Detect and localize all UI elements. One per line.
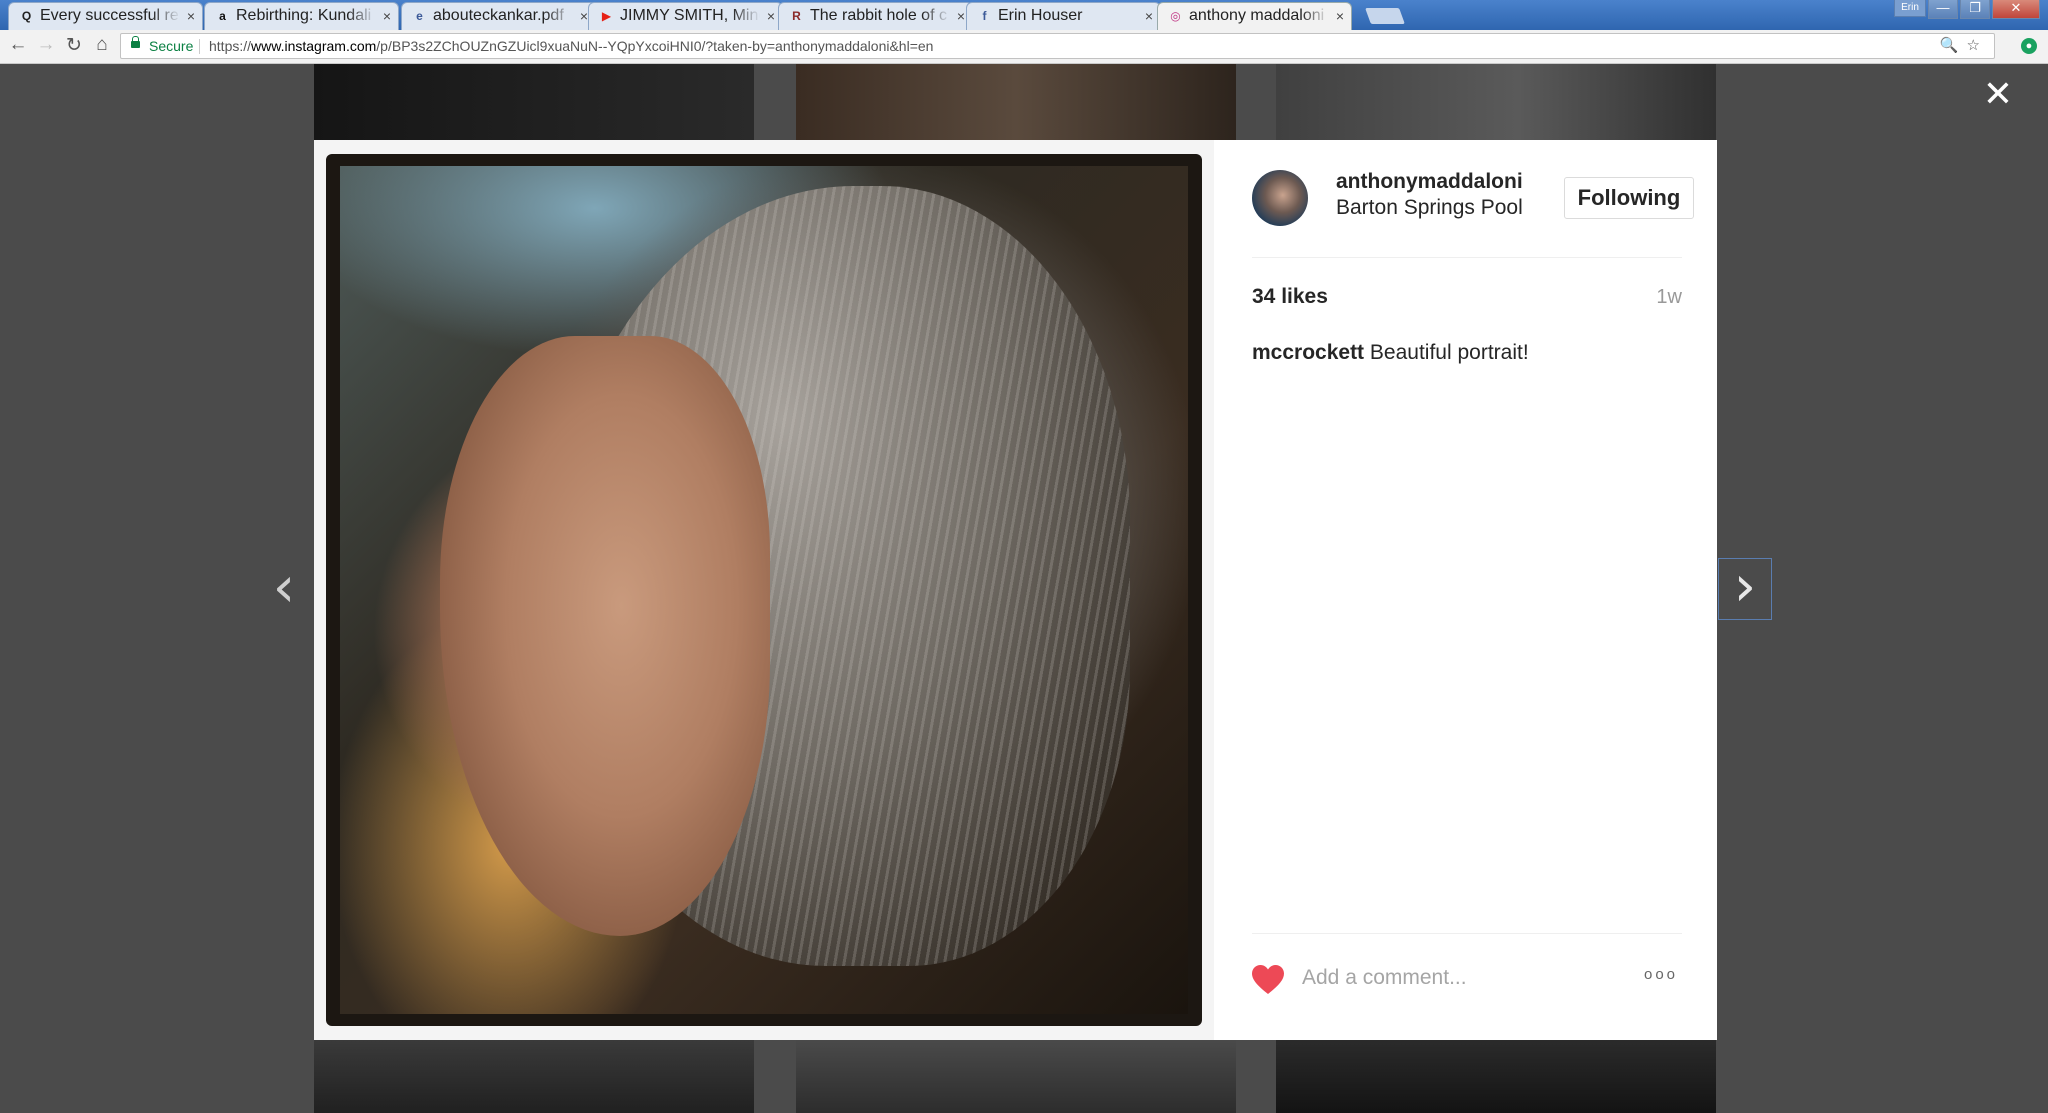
tab-favicon-icon: e xyxy=(416,9,423,23)
browser-tab[interactable]: a Rebirthing: Kundali × xyxy=(204,2,399,30)
url-text[interactable]: https://www.instagram.com/p/BP3s2ZChOUZn… xyxy=(209,34,933,58)
tab-title: abouteckankar.pdf xyxy=(433,7,564,24)
tab-close-icon[interactable]: × xyxy=(957,3,965,29)
browser-tab[interactable]: R The rabbit hole of c × xyxy=(778,2,973,30)
post-modal: anthonymaddaloni Barton Springs Pool Fol… xyxy=(314,140,1717,1040)
browser-tab[interactable]: e abouteckankar.pdf × xyxy=(401,2,596,30)
tab-strip: Q Every successful rel × a Rebirthing: Kunda… xyxy=(0,0,2048,30)
background-thumbnail[interactable] xyxy=(314,64,754,140)
avatar[interactable] xyxy=(1252,170,1308,226)
url-path: /p/BP3s2ZChOUZnGZUicl9xuaNuN--YQpYxcoiHN… xyxy=(376,38,934,54)
post-username[interactable]: anthonymaddaloni xyxy=(1336,170,1523,194)
comment-text: Beautiful portrait! xyxy=(1369,341,1529,364)
tab-close-icon[interactable]: × xyxy=(1336,3,1344,29)
tab-title: Erin Houser xyxy=(998,7,1083,24)
secure-label: Secure xyxy=(149,38,194,54)
more-options-icon[interactable]: ooo xyxy=(1644,966,1678,983)
tab-favicon-icon: a xyxy=(219,9,226,23)
tab-close-icon[interactable]: × xyxy=(1145,3,1153,29)
extension-icon[interactable]: ● xyxy=(2021,38,2037,54)
portrait-image xyxy=(340,166,1188,1014)
comment-item: mccrockett Beautiful portrait! xyxy=(1252,341,1529,365)
next-post-arrow-icon[interactable]: › xyxy=(1718,558,1772,620)
tab-close-icon[interactable]: × xyxy=(383,3,391,29)
tab-title: Rebirthing: Kundali xyxy=(236,7,372,24)
browser-tab[interactable]: ◎ anthony maddaloni × xyxy=(1157,2,1352,30)
address-separator xyxy=(199,39,200,54)
previous-post-arrow-icon[interactable]: ‹ xyxy=(258,560,310,620)
address-bar[interactable]: Secure https://www.instagram.com/p/BP3s2… xyxy=(120,33,1995,59)
tab-close-icon[interactable]: × xyxy=(580,3,588,29)
post-time[interactable]: 1w xyxy=(1656,286,1682,309)
heart-icon[interactable] xyxy=(1252,965,1284,995)
post-photo[interactable] xyxy=(326,154,1202,1026)
following-button[interactable]: Following xyxy=(1564,177,1694,219)
header-divider xyxy=(1252,257,1682,258)
post-sidebar: anthonymaddaloni Barton Springs Pool Fol… xyxy=(1242,140,1717,1040)
browser-tab[interactable]: ▶ JIMMY SMITH, Mine × xyxy=(588,2,783,30)
post-location[interactable]: Barton Springs Pool xyxy=(1336,196,1523,220)
tab-favicon-icon: f xyxy=(982,9,987,23)
new-tab-button[interactable] xyxy=(1365,8,1405,24)
portrait-face xyxy=(440,336,770,936)
tab-favicon-icon: Q xyxy=(21,9,32,23)
background-thumbnail[interactable] xyxy=(796,64,1236,140)
likes-count[interactable]: 34 likes xyxy=(1252,285,1328,309)
comment-username[interactable]: mccrockett xyxy=(1252,341,1364,364)
profile-badge[interactable]: Erin xyxy=(1894,0,1926,17)
instagram-page: ✕ ‹ › anthonymaddaloni Barton Springs Po… xyxy=(0,64,2048,1113)
restore-button[interactable]: ❐ xyxy=(1960,0,1990,19)
background-thumbnail[interactable] xyxy=(1276,1040,1716,1113)
browser-tab[interactable]: Q Every successful rel × xyxy=(8,2,203,30)
footer-divider xyxy=(1252,933,1682,934)
tab-close-icon[interactable]: × xyxy=(767,3,775,29)
modal-close-icon[interactable]: ✕ xyxy=(1978,74,2018,114)
background-thumbnail[interactable] xyxy=(314,1040,754,1113)
browser-toolbar: ← → ↻ ⌂ Secure https://www.instagram.com… xyxy=(0,30,2048,64)
post-photo-area xyxy=(314,140,1214,1040)
home-icon[interactable]: ⌂ xyxy=(92,34,112,56)
back-icon[interactable]: ← xyxy=(8,34,28,56)
url-prefix: https:// xyxy=(209,38,252,54)
tab-favicon-icon: ▶ xyxy=(601,9,612,23)
add-comment-input[interactable] xyxy=(1302,958,1602,998)
tab-favicon-icon: ◎ xyxy=(1170,9,1181,23)
background-thumbnail[interactable] xyxy=(1276,64,1716,140)
forward-icon[interactable]: → xyxy=(36,34,56,56)
tab-title: anthony maddaloni xyxy=(1189,7,1325,24)
minimize-button[interactable]: — xyxy=(1928,0,1958,19)
window-close-button[interactable]: ✕ xyxy=(1992,0,2040,19)
tab-title: The rabbit hole of c xyxy=(810,7,947,24)
browser-tab[interactable]: f Erin Houser × xyxy=(966,2,1161,30)
tab-close-icon[interactable]: × xyxy=(187,3,195,29)
reload-icon[interactable]: ↻ xyxy=(64,34,84,57)
window-controls: — ❐ ✕ xyxy=(1926,0,2040,20)
url-host: www.instagram.com xyxy=(251,38,377,54)
tab-title: Every successful rel xyxy=(40,7,180,24)
background-thumbnail[interactable] xyxy=(796,1040,1236,1113)
lock-icon xyxy=(131,36,140,48)
tab-title: JIMMY SMITH, Mine xyxy=(620,7,760,24)
tab-favicon-icon: R xyxy=(792,9,801,23)
zoom-and-bookmark-icons[interactable]: 🔍☆ xyxy=(1940,34,1988,58)
